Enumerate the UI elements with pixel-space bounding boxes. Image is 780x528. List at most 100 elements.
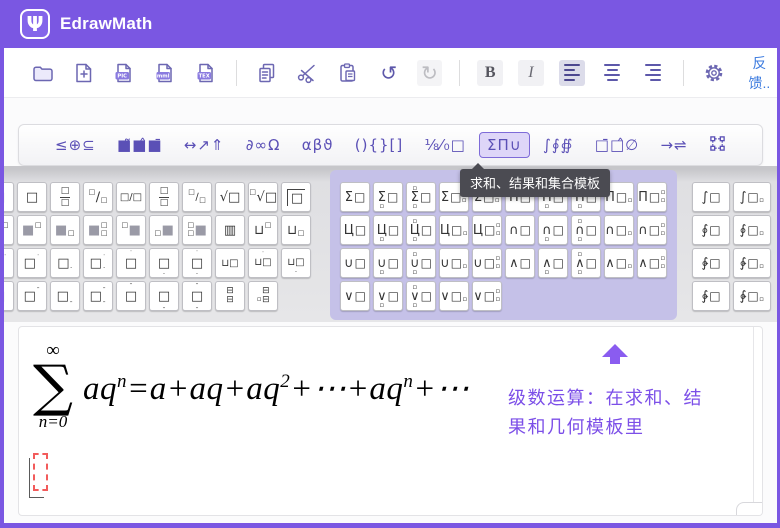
palette-cell[interactable]: □■ bbox=[149, 215, 179, 245]
toolbar-italic-button[interactable]: I bbox=[518, 60, 544, 86]
palette-cell[interactable]: ∫□ bbox=[692, 182, 730, 212]
tab-labeled-arrows[interactable]: →⇌ bbox=[652, 132, 695, 158]
tab-sum-product-set[interactable]: ΣΠ∪ bbox=[479, 132, 530, 158]
palette-cell[interactable]: ∩□▫ bbox=[604, 215, 634, 245]
palette-cell[interactable]: ∳□ bbox=[692, 281, 730, 311]
palette-cell[interactable]: ■□ bbox=[17, 215, 47, 245]
palette-cell[interactable]: Ц▫□ bbox=[373, 215, 403, 245]
equation-canvas[interactable]: ∞ ∑ n=0 aqn=a+aq+aq2+⋯+aqn+⋯ 级数运算：在求和、结 … bbox=[18, 326, 763, 516]
toolbar-undo-button[interactable]: ↺ bbox=[376, 60, 402, 86]
toolbar-feedback-button[interactable]: 反馈.. bbox=[742, 60, 777, 86]
palette-cell[interactable]: □∕□ bbox=[83, 182, 113, 212]
palette-cell[interactable]: ■□ bbox=[0, 215, 14, 245]
palette-cell[interactable]: ∲□▫ bbox=[733, 248, 771, 278]
palette-cell[interactable]: □ bbox=[0, 182, 14, 212]
palette-cell[interactable]: ⊔□. bbox=[281, 248, 311, 278]
palette-cell[interactable]: Σ□ bbox=[340, 182, 370, 212]
palette-cell[interactable]: □ bbox=[281, 182, 311, 212]
palette-cell[interactable]: Σ▫□ bbox=[373, 182, 403, 212]
palette-cell[interactable]: ■□□ bbox=[83, 215, 113, 245]
palette-cell[interactable]: ∳□▫ bbox=[733, 281, 771, 311]
palette-cell[interactable]: ∮□▫ bbox=[733, 215, 771, 245]
palette-cell[interactable]: □√□ bbox=[248, 182, 278, 212]
palette-cell[interactable]: □□ bbox=[149, 182, 179, 212]
palette-cell[interactable]: ∪▫□ bbox=[373, 248, 403, 278]
palette-cell[interactable]: ⊔□ bbox=[215, 248, 245, 278]
tab-matrix[interactable] bbox=[701, 131, 734, 160]
toolbar-align-left-button[interactable] bbox=[559, 60, 585, 86]
empty-input-slot[interactable] bbox=[29, 453, 50, 498]
palette-cell[interactable]: ⊔□ bbox=[248, 215, 278, 245]
tab-relations[interactable]: ≤⊕⊆ bbox=[47, 132, 104, 158]
palette-cell[interactable]: □˙. bbox=[83, 248, 113, 278]
palette-cell[interactable]: ▫∩▫□ bbox=[571, 215, 601, 245]
palette-cell[interactable]: □˙ bbox=[17, 248, 47, 278]
palette-cell[interactable]: Ц□▫ bbox=[439, 215, 469, 245]
palette-cell[interactable]: ∩▫□ bbox=[538, 215, 568, 245]
palette-cell[interactable]: ⊟⊟ bbox=[215, 281, 245, 311]
palette-cell[interactable]: ∪□▫ bbox=[439, 248, 469, 278]
palette-cell[interactable]: ▫Σ▫□ bbox=[406, 182, 436, 212]
palette-cell[interactable]: □. bbox=[50, 248, 80, 278]
palette-cell[interactable]: ▫∧▫□ bbox=[571, 248, 601, 278]
tab-arrows[interactable]: ↔↗⇑ bbox=[176, 132, 233, 158]
palette-cell[interactable]: ∪□ bbox=[340, 248, 370, 278]
tab-integrals[interactable]: ∫∮∯ bbox=[535, 132, 581, 158]
tab-misc-symbols[interactable]: ∂∞Ω bbox=[238, 132, 289, 158]
palette-cell[interactable]: √□ bbox=[215, 182, 245, 212]
palette-cell[interactable]: ˉ□ bbox=[116, 281, 146, 311]
palette-cell[interactable]: ∧□▫▫ bbox=[637, 248, 667, 278]
palette-cell[interactable]: Ц□▫▫ bbox=[472, 215, 502, 245]
palette-cell[interactable]: ∪□▫▫ bbox=[472, 248, 502, 278]
tab-brackets[interactable]: (){}[] bbox=[347, 132, 412, 158]
palette-cell[interactable]: ˙⊔□ bbox=[248, 248, 278, 278]
toolbar-redo-button[interactable]: ↻ bbox=[417, 60, 443, 86]
palette-cell[interactable]: ▫⊟⊟ bbox=[248, 281, 278, 311]
toolbar-new-button[interactable] bbox=[71, 60, 97, 86]
palette-cell[interactable]: ∨▫□ bbox=[373, 281, 403, 311]
palette-cell[interactable]: ∲□ bbox=[692, 248, 730, 278]
palette-cell[interactable]: ˉ□ˍ bbox=[182, 281, 212, 311]
palette-cell[interactable]: ∧□▫ bbox=[604, 248, 634, 278]
toolbar-align-center-button[interactable] bbox=[600, 60, 626, 86]
palette-cell[interactable]: □∕□ bbox=[182, 182, 212, 212]
palette-cell[interactable]: ˉ□ bbox=[0, 281, 14, 311]
toolbar-export-tex-button[interactable]: TEX bbox=[193, 60, 219, 86]
palette-cell[interactable]: ∨□ bbox=[340, 281, 370, 311]
tab-overbars-sets[interactable]: □̄□̂∅ bbox=[587, 132, 647, 158]
toolbar-paste-button[interactable] bbox=[335, 60, 361, 86]
toolbar-settings-button[interactable] bbox=[701, 60, 727, 86]
palette-cell[interactable]: ∩□▫▫ bbox=[637, 215, 667, 245]
palette-cell[interactable]: □ˉˍ bbox=[83, 281, 113, 311]
palette-cell[interactable]: ∨□▫▫ bbox=[472, 281, 502, 311]
palette-cell[interactable]: ▫∨▫□ bbox=[406, 281, 436, 311]
palette-cell[interactable]: □ˉ bbox=[17, 281, 47, 311]
palette-cell[interactable]: ▫∪▫□ bbox=[406, 248, 436, 278]
tab-accents[interactable]: ■̃■̂■̄ bbox=[109, 132, 171, 158]
toolbar-bold-button[interactable]: B bbox=[477, 60, 503, 86]
palette-cell[interactable]: □. bbox=[149, 248, 179, 278]
palette-cell[interactable]: □□ bbox=[50, 182, 80, 212]
palette-cell[interactable]: ˙□. bbox=[182, 248, 212, 278]
palette-cell[interactable]: ⊔□ bbox=[281, 215, 311, 245]
palette-cell[interactable]: ∩□ bbox=[505, 215, 535, 245]
toolbar-open-button[interactable] bbox=[30, 60, 56, 86]
toolbar-align-right-button[interactable] bbox=[640, 60, 666, 86]
palette-cell[interactable]: □■ bbox=[116, 215, 146, 245]
tab-greek[interactable]: αβϑ bbox=[294, 132, 342, 158]
palette-cell[interactable]: ∨□▫ bbox=[439, 281, 469, 311]
palette-cell[interactable]: □˙ bbox=[0, 248, 14, 278]
palette-cell[interactable]: Ц□ bbox=[340, 215, 370, 245]
toolbar-cut-button[interactable] bbox=[294, 60, 320, 86]
palette-cell[interactable]: ■□ bbox=[50, 215, 80, 245]
palette-cell[interactable]: □□■ bbox=[182, 215, 212, 245]
palette-cell[interactable]: □ˍ bbox=[149, 281, 179, 311]
palette-cell[interactable]: ∧▫□ bbox=[538, 248, 568, 278]
toolbar-export-pic-button[interactable]: PIC bbox=[111, 60, 137, 86]
palette-cell[interactable]: □ bbox=[17, 182, 47, 212]
tab-fractions-scripts[interactable]: ⅛⁄₀□ bbox=[417, 132, 474, 158]
palette-cell[interactable]: ∮□ bbox=[692, 215, 730, 245]
toolbar-export-mml-button[interactable]: mml bbox=[152, 60, 178, 86]
palette-cell[interactable]: ˙□ bbox=[116, 248, 146, 278]
palette-cell[interactable]: ∫□▫ bbox=[733, 182, 771, 212]
